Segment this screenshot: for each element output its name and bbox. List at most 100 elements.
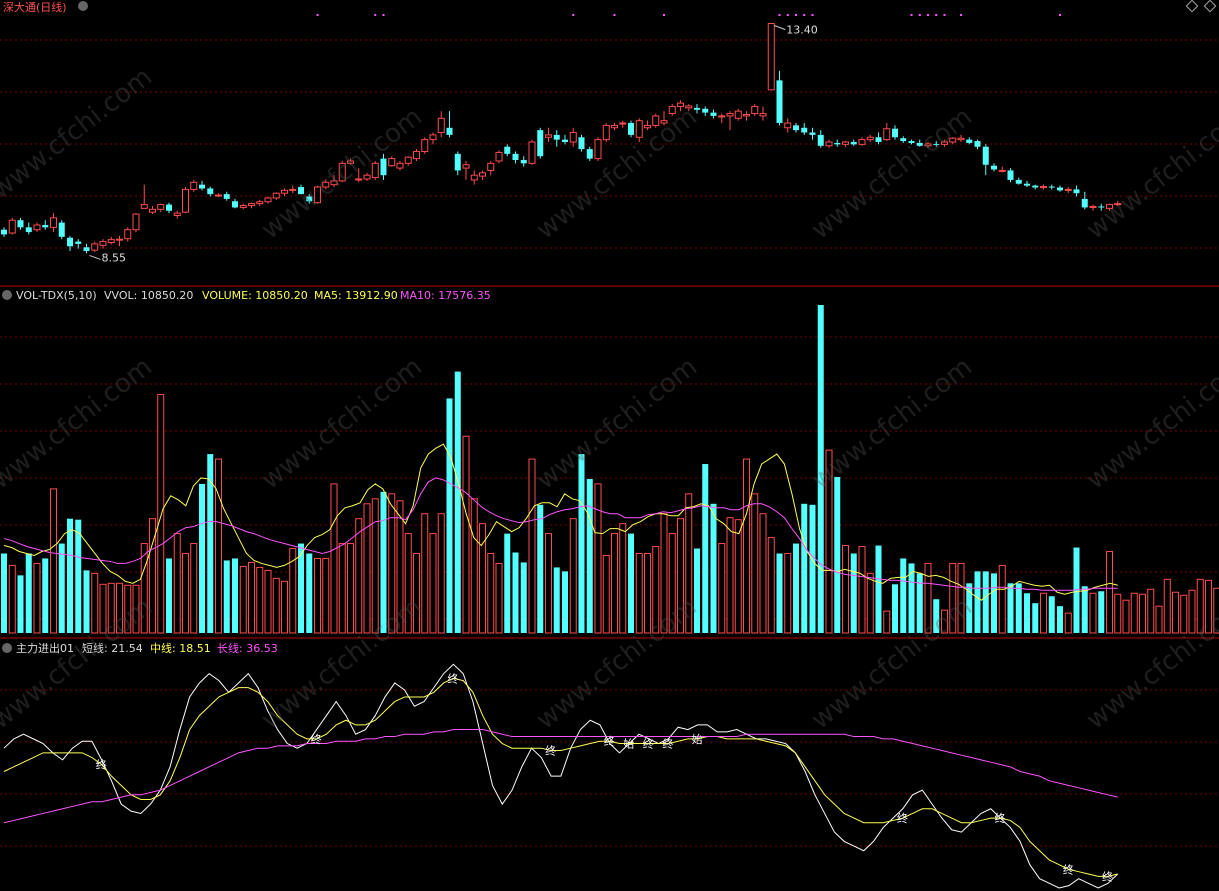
- volume-bar: [314, 557, 321, 634]
- signal-marker: 终: [604, 734, 615, 748]
- candle-body: [199, 184, 205, 189]
- candle-body: [619, 122, 627, 125]
- candle-body: [866, 136, 874, 141]
- candle-body: [553, 134, 560, 140]
- volume-bar: [702, 464, 709, 633]
- candle-body: [132, 213, 140, 231]
- volume-bar: [759, 513, 767, 634]
- candle-body: [842, 141, 849, 145]
- volume-bar: [330, 483, 338, 634]
- signal-marker: 终: [897, 811, 908, 825]
- candle-body: [67, 237, 73, 247]
- candle-body: [157, 204, 165, 210]
- volume-bar: [1106, 550, 1113, 634]
- signal-marker: 始: [623, 737, 634, 751]
- signal-marker: 终: [643, 737, 654, 751]
- volume-bar: [1, 553, 7, 633]
- candle-body: [1007, 170, 1014, 180]
- volume-panel: [1, 305, 1219, 634]
- candle-body: [264, 197, 272, 203]
- candle-body: [421, 139, 429, 152]
- volume-bar: [726, 517, 734, 634]
- candle-body: [124, 229, 132, 240]
- candle-body: [470, 174, 478, 181]
- candle-body: [140, 204, 148, 209]
- diamond-icon[interactable]: [1185, 0, 1199, 13]
- candle-body: [232, 201, 238, 208]
- volume-bar: [784, 552, 792, 634]
- volume-bar: [239, 565, 247, 634]
- volume-bar: [1024, 593, 1030, 633]
- event-marker: [572, 14, 575, 16]
- candle-body: [107, 239, 115, 244]
- signal-marker: 终: [1063, 862, 1074, 876]
- event-marker: [927, 14, 929, 16]
- candle-body: [446, 127, 453, 135]
- volume-bar: [875, 545, 882, 633]
- candle-body: [809, 132, 816, 135]
- volume-bar: [1139, 593, 1146, 634]
- candle-body: [611, 124, 618, 129]
- candle-body: [256, 201, 264, 205]
- volume-bar: [338, 543, 346, 634]
- diamond-icon[interactable]: [1203, 0, 1217, 13]
- volume-bar: [1089, 592, 1097, 634]
- volume-bar: [602, 554, 610, 634]
- candle-body: [602, 124, 610, 141]
- watermark-text: www.cfchi.com: [256, 102, 428, 246]
- candle-body: [173, 212, 181, 216]
- chevron-down-circle-icon[interactable]: [78, 1, 88, 11]
- volume-bar: [628, 533, 634, 633]
- chevron-down-circle-icon[interactable]: [2, 643, 12, 653]
- stock-chart: 深大通(日线) 13.40 8.55 VOL-TDX(5,10) VVOL: 10…: [0, 0, 1219, 889]
- mid-line-label: 中线: 18.51: [150, 641, 211, 655]
- volume-bar: [495, 562, 503, 634]
- candle-body: [694, 107, 700, 110]
- volume-bar: [223, 560, 230, 633]
- volume-bar: [1114, 593, 1122, 634]
- volume-bar: [710, 503, 717, 633]
- signal-marker: 终: [995, 811, 1006, 825]
- volume-bar: [454, 371, 461, 633]
- volume-bar: [1040, 592, 1047, 634]
- volume-bar: [1015, 583, 1022, 633]
- candle-body: [437, 117, 445, 134]
- candle-body: [429, 134, 437, 141]
- volume-bar: [528, 458, 536, 634]
- volume-label: VOLUME: 10850.20: [202, 289, 308, 302]
- candle-body: [454, 153, 461, 171]
- candle-body: [743, 114, 750, 117]
- volume-bar: [900, 558, 907, 633]
- candle-body: [512, 153, 519, 161]
- volume-bar: [215, 458, 222, 634]
- candle-body: [248, 203, 255, 207]
- high-pointer: [774, 25, 786, 30]
- chevron-down-circle-icon[interactable]: [2, 290, 12, 300]
- volume-bar: [470, 498, 478, 634]
- volume-bar: [371, 498, 379, 634]
- volume-bar: [751, 493, 759, 634]
- event-marker: [943, 14, 946, 16]
- volume-bar: [594, 483, 602, 634]
- candle-body: [784, 122, 792, 129]
- volume-bar: [1098, 591, 1105, 633]
- candle-body: [50, 217, 57, 228]
- volume-bar: [767, 537, 775, 634]
- event-marker: [786, 14, 789, 16]
- candle-body: [396, 162, 404, 169]
- candle-body: [858, 139, 866, 145]
- volume-bar: [834, 476, 841, 633]
- candle-body: [99, 241, 107, 246]
- candle-body: [1073, 189, 1080, 194]
- stock-title: 深大通(日线): [3, 0, 67, 14]
- volume-bar: [512, 552, 519, 633]
- volume-bar: [1081, 586, 1088, 633]
- candle-body: [702, 108, 709, 113]
- volume-bar: [462, 435, 470, 634]
- event-marker: [382, 14, 385, 16]
- candle-body: [1081, 198, 1088, 208]
- volume-bar: [1048, 596, 1055, 633]
- candle-body: [991, 165, 997, 170]
- signal-marker: 终: [545, 744, 556, 758]
- candle-body: [545, 134, 552, 138]
